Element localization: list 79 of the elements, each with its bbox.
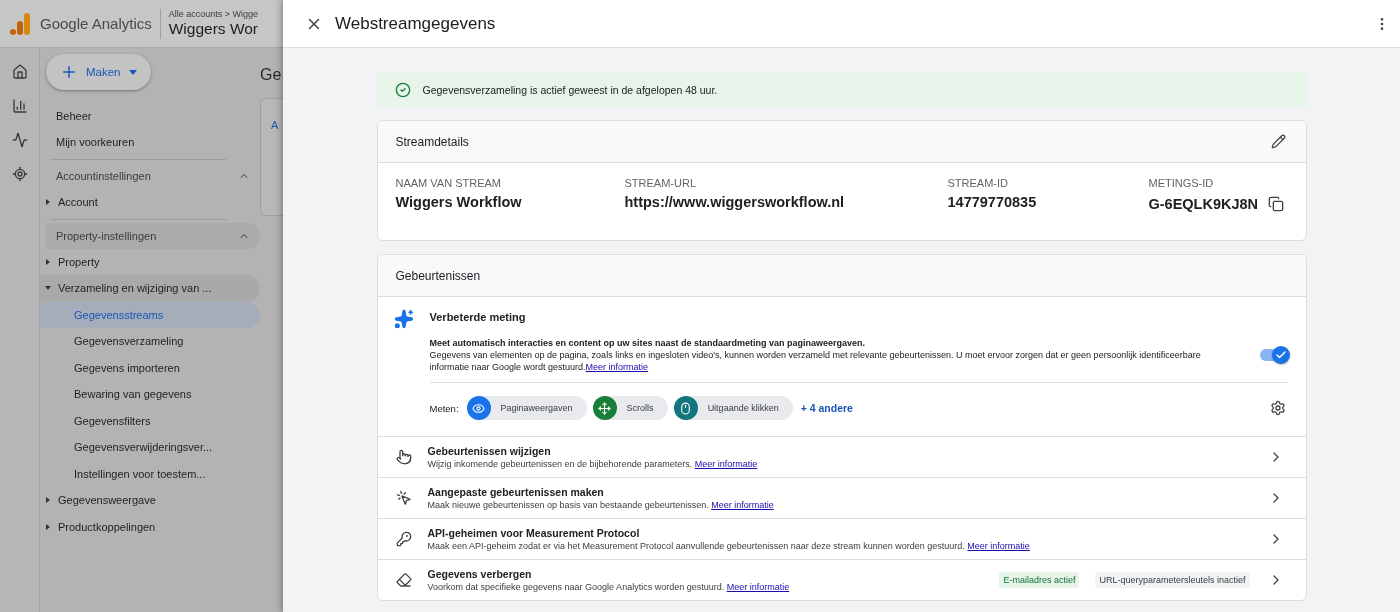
more-info-link[interactable]: Meer informatie (694, 459, 758, 469)
nav-item[interactable]: Property (40, 248, 260, 275)
row-description: Maak nieuwe gebeurtenissen op basis van bestaande gebeurtenissen. Meer informatie (427, 500, 775, 510)
nav-item[interactable]: Gegevensverzameling (40, 328, 260, 355)
cursor-click-icon (395, 490, 412, 506)
nav-item[interactable]: Gegevensweergave (40, 487, 260, 514)
description: Gegevens van elementen op de pagina, zoals links en ingesloten video's, kunnen worden verzameld met relevante gebeurtenissen. U moet ervoor zorgen dat er geen persoonlijk identificeerbare informatie naar Google wordt gestuurd.Meer informatie (429, 349, 1202, 373)
more-info-link[interactable]: Meer informatie (967, 541, 1030, 551)
field-value: https://www.wiggersworkflow.nl (624, 194, 845, 210)
field-value: G-6EQLK9KJ8N (1148, 196, 1259, 212)
eraser-icon (395, 572, 412, 588)
key-icon (395, 531, 412, 547)
nav-item[interactable]: Gegevensverwijderingsver... (40, 434, 260, 461)
page-title: Ge (260, 66, 283, 84)
row-description: Wijzig inkomende gebeurtenissen en de bijbehorende parameters. Meer informatie (427, 459, 759, 469)
trend-line-icon[interactable] (11, 132, 28, 148)
section-title: Verbeterde meting (429, 311, 527, 323)
more-info-link[interactable]: Meer informatie (726, 582, 790, 592)
logo-icon (10, 11, 32, 36)
nav-item[interactable]: Productkoppelingen (40, 513, 260, 540)
metric-chip[interactable]: Scrolls (592, 396, 668, 420)
field-value: Wiggers Workflow (395, 194, 522, 210)
triangle-icon (45, 286, 51, 291)
field-label: STREAM-URL (624, 177, 697, 189)
panel-title: Webstreamgegevens (335, 13, 497, 34)
create-button[interactable]: Maken (46, 54, 151, 90)
nav-link[interactable]: Beheer (46, 104, 240, 130)
tab[interactable]: A (271, 119, 279, 131)
field-label: METINGS-ID (1148, 177, 1215, 189)
field-value: 14779770835 (947, 194, 1037, 210)
pointer-hand-icon (395, 449, 412, 465)
status-tag: URL-queryparametersleutels inactief (1095, 572, 1250, 588)
more-info-link[interactable]: Meer informatie (585, 362, 649, 372)
pencil-icon (1270, 134, 1286, 149)
nav-item[interactable]: Gegevens importeren (40, 354, 260, 381)
product-name: Google Analytics (40, 15, 152, 32)
card-title: Streamdetails (395, 134, 469, 149)
more-info-link[interactable]: Meer informatie (711, 500, 774, 510)
row-description: Voorkom dat specifieke gegevens naar Google Analytics worden gestuurd. Meer informatie (427, 582, 791, 592)
breadcrumb[interactable]: Alle accounts > Wigge (168, 9, 259, 19)
triangle-icon (46, 258, 50, 265)
section-header[interactable]: Accountinstellingen (46, 163, 260, 189)
toggle-switch[interactable] (1259, 349, 1288, 361)
triangle-icon (46, 497, 50, 504)
status-tag: E-mailadres actief (999, 572, 1080, 588)
bar-chart-icon[interactable] (11, 98, 28, 114)
status-message: Gegevensverzameling is actief geweest in de afgelopen 48 uur. (422, 84, 718, 96)
check-icon (1274, 349, 1287, 361)
description: Meet automatisch interacties en content op uw sites naast de standaardmeting van paginaweergaven. (429, 337, 867, 349)
triangle-icon (46, 199, 50, 206)
row-title[interactable]: Aangepaste gebeurtenissen maken (427, 486, 1250, 498)
measure-label: Meten: (429, 402, 459, 414)
copy-icon (1268, 196, 1285, 212)
nav-item[interactable]: Verzameling en wijziging van ... (40, 275, 260, 302)
metric-chip[interactable]: Paginaweergaven (466, 396, 587, 420)
field-label: NAAM VAN STREAM (395, 177, 503, 189)
card-title: Gebeurtenissen (395, 268, 481, 283)
plus-icon (60, 63, 78, 81)
nav-item[interactable]: Account (40, 189, 260, 216)
more-link[interactable]: + 4 andere (800, 402, 853, 414)
row-description: Maak een API-geheim zodat er via het Measurement Protocol aanvullende gebeurtenissen naar deze stream kunnen worden gestuurd. Meer informatie (427, 541, 1031, 551)
nav-link[interactable]: Mijn voorkeuren (46, 130, 240, 156)
sparkle-icon (393, 309, 414, 329)
row-title[interactable]: Gegevens verbergen (427, 568, 984, 580)
home-icon[interactable] (11, 64, 28, 80)
metric-chip[interactable]: Uitgaande klikken (673, 396, 793, 420)
nav-item[interactable]: Bewaring van gegevens (40, 381, 260, 408)
row-title[interactable]: API-geheimen voor Measurement Protocol (427, 527, 1250, 539)
gear-icon (1269, 400, 1286, 416)
row-title[interactable]: Gebeurtenissen wijzigen (427, 445, 1250, 457)
property-name[interactable]: Wiggers Wor (168, 20, 259, 38)
check-circle-icon (394, 82, 411, 98)
nav-item[interactable]: Instellingen voor toestem... (40, 460, 260, 487)
caret-icon (128, 69, 137, 75)
target-icon[interactable] (11, 166, 28, 182)
section-header[interactable]: Property-instellingen (46, 222, 260, 249)
triangle-icon (46, 523, 50, 530)
nav-item[interactable]: Gegevensfilters (40, 407, 260, 434)
field-label: STREAM-ID (947, 177, 1009, 189)
